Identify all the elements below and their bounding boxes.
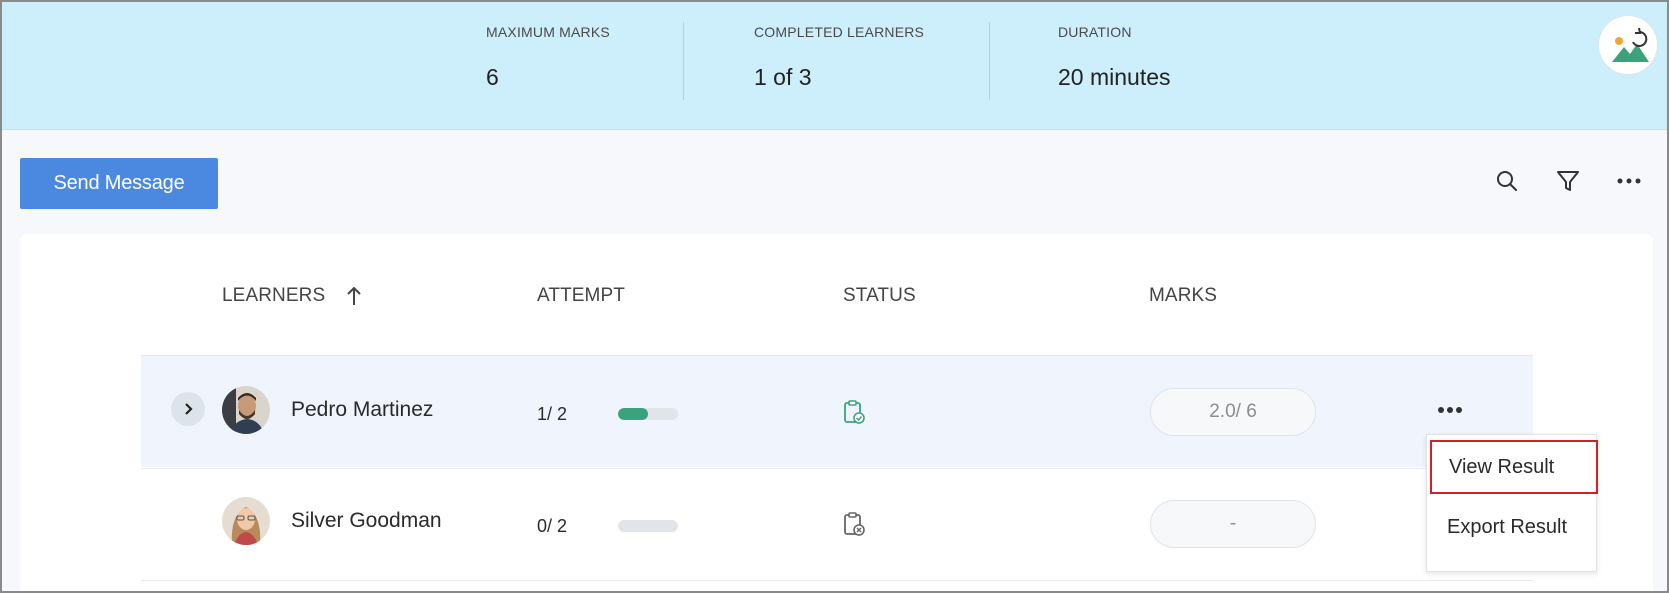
attempt-progress-fill	[618, 408, 648, 420]
stat-label: COMPLETED LEARNERS	[754, 24, 925, 40]
stat-value: 6	[486, 64, 499, 90]
row-actions-more-icon[interactable]	[1432, 395, 1468, 425]
more-horizontal-icon[interactable]	[1612, 164, 1646, 198]
column-header-status[interactable]: STATUS	[843, 285, 916, 307]
landscape-refresh-icon[interactable]	[1598, 15, 1658, 75]
sort-ascending-icon[interactable]	[345, 284, 363, 308]
stat-duration: DURATION 20 minutes	[1058, 24, 1171, 91]
column-header-attempt[interactable]: ATTEMPT	[537, 285, 625, 307]
send-message-button[interactable]: Send Message	[20, 158, 218, 209]
export-result-menu-item[interactable]: Export Result	[1427, 502, 1598, 552]
attempt-progress-bar	[618, 520, 678, 532]
marks-badge: 2.0/ 6	[1150, 388, 1316, 436]
search-icon[interactable]	[1490, 164, 1524, 198]
expand-row-button[interactable]	[171, 392, 205, 426]
column-header-learners[interactable]: LEARNERS	[222, 285, 325, 307]
row-actions-menu: View Result Export Result	[1426, 434, 1598, 572]
assessment-stats-header: MAXIMUM MARKS 6 COMPLETED LEARNERS 1 of …	[2, 2, 1667, 130]
clipboard-check-icon	[842, 399, 866, 425]
marks-badge: -	[1150, 500, 1316, 548]
avatar	[222, 386, 270, 434]
column-header-marks[interactable]: MARKS	[1149, 285, 1217, 307]
stat-label: DURATION	[1058, 24, 1132, 40]
stat-value: 1 of 3	[754, 64, 812, 90]
attempt-count: 1/ 2	[537, 404, 568, 424]
stat-divider	[989, 22, 990, 100]
learner-name[interactable]: Silver Goodman	[291, 509, 442, 533]
view-result-menu-item[interactable]: View Result	[1430, 440, 1598, 494]
learner-name[interactable]: Pedro Martinez	[291, 398, 433, 422]
stat-maximum-marks: MAXIMUM MARKS 6	[486, 24, 610, 91]
clipboard-cross-icon	[842, 511, 866, 537]
stat-value: 20 minutes	[1058, 64, 1171, 90]
attempt-progress-bar	[618, 408, 678, 420]
assessment-results-panel: MAXIMUM MARKS 6 COMPLETED LEARNERS 1 of …	[0, 0, 1669, 593]
attempt-count: 0/ 2	[537, 516, 568, 536]
row-divider	[141, 580, 1533, 581]
filter-icon[interactable]	[1551, 164, 1585, 198]
stat-divider	[683, 22, 684, 100]
stat-completed-learners: COMPLETED LEARNERS 1 of 3	[754, 24, 924, 91]
avatar	[222, 497, 270, 545]
stat-label: MAXIMUM MARKS	[486, 24, 610, 40]
